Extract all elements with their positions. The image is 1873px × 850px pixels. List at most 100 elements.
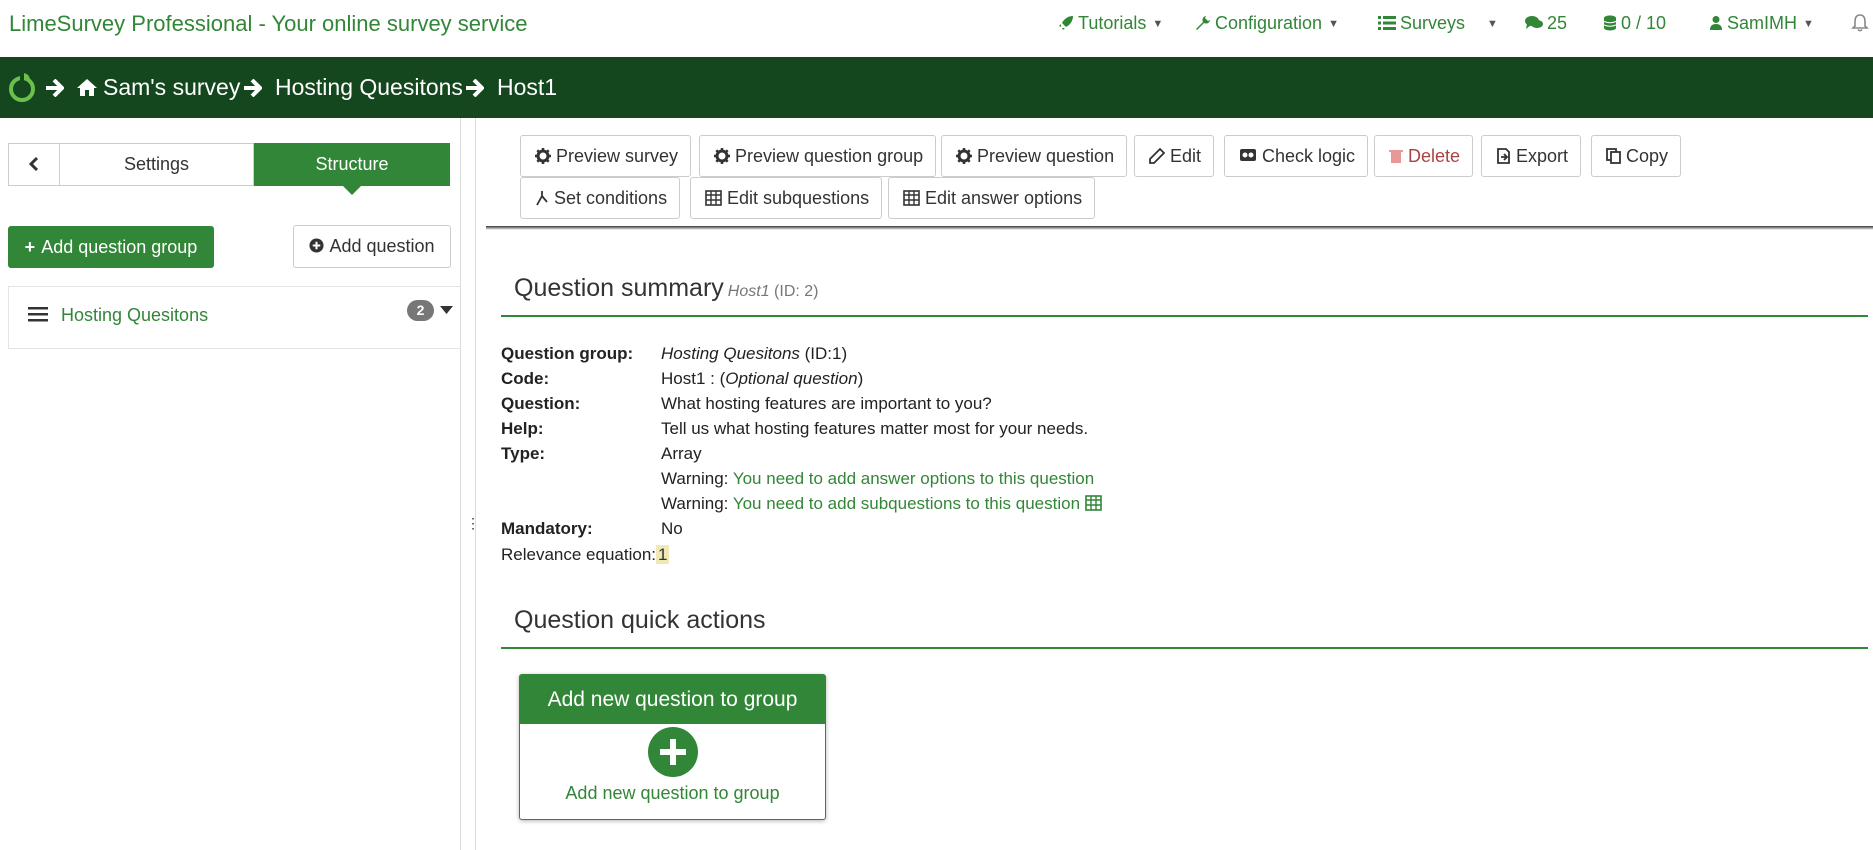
set-conditions-label: Set conditions <box>554 188 668 208</box>
relevance-label: Relevance equation: <box>501 545 657 564</box>
copy-button[interactable]: Copy <box>1591 135 1682 177</box>
add-question-button[interactable]: Add question <box>293 225 451 268</box>
user-icon <box>1710 16 1722 30</box>
grid-icon[interactable] <box>1084 495 1102 511</box>
home-icon <box>77 79 97 96</box>
add-question-label: Add question <box>329 236 435 256</box>
configuration-label: Configuration <box>1215 13 1323 33</box>
question-group-label[interactable]: Hosting Quesitons <box>61 305 208 326</box>
sidebar: Settings Structure + Add question group A… <box>0 118 461 850</box>
relevance-value: 1 <box>656 545 670 564</box>
drag-handle-icon[interactable] <box>28 305 48 323</box>
gear-icon <box>714 148 730 164</box>
warning-prefix: Warning: <box>661 469 729 488</box>
comments-link[interactable]: 25 <box>1525 13 1567 34</box>
edit-answer-options-label: Edit answer options <box>925 188 1083 208</box>
chevron-down-icon: ▼ <box>1152 18 1164 30</box>
question-summary-heading: Question summary Host1 (ID: 2) <box>514 274 819 303</box>
warning-subquestions: Warning: You need to add subquestions to… <box>661 491 1102 516</box>
top-navbar: LimeSurvey Professional - Your online su… <box>0 0 1873 57</box>
limesurvey-logo-icon[interactable] <box>6 71 38 103</box>
tab-structure[interactable]: Structure <box>254 143 450 195</box>
delete-button[interactable]: Delete <box>1374 135 1474 177</box>
active-tab-notch <box>342 185 362 195</box>
warning-answers: Warning: You need to add answer options … <box>661 466 1094 491</box>
preview-survey-label: Preview survey <box>556 146 679 166</box>
pencil-icon <box>1149 147 1166 164</box>
set-conditions-button[interactable]: Set conditions <box>520 177 681 219</box>
question-summary-list: Question group: Hosting Quesitons (ID:1)… <box>501 341 1801 571</box>
add-new-question-card-link[interactable]: Add new question to group <box>520 783 825 804</box>
question-label: Question: <box>501 394 581 413</box>
grid-icon <box>903 190 920 206</box>
storage-value: 0 / 10 <box>1621 13 1667 33</box>
check-logic-button[interactable]: Check logic <box>1224 135 1369 177</box>
optional-text: Optional question <box>725 369 858 388</box>
question-group-item[interactable]: Hosting Quesitons 2 <box>8 286 461 349</box>
edit-label: Edit <box>1170 146 1202 166</box>
help-text: Tell us what hosting features matter mos… <box>661 419 1089 438</box>
collapse-sidebar-button[interactable] <box>8 143 60 186</box>
warning-prefix: Warning: <box>661 494 729 513</box>
check-logic-label: Check logic <box>1262 146 1356 166</box>
breadcrumb-question: Host1 <box>497 74 558 100</box>
help-label: Help: <box>501 419 544 438</box>
brand-title[interactable]: LimeSurvey Professional - Your online su… <box>9 11 527 37</box>
copy-icon <box>1606 148 1621 164</box>
trash-icon <box>1389 150 1403 163</box>
add-new-question-card-header[interactable]: Add new question to group <box>520 675 825 724</box>
code-value: Host1 : (Optional question) <box>661 366 863 391</box>
configuration-menu[interactable]: Configuration ▼ <box>1195 13 1339 34</box>
chevron-down-icon: ▼ <box>1328 18 1339 30</box>
preview-question-label: Preview question <box>977 146 1115 166</box>
comments-count: 25 <box>1547 13 1568 33</box>
chevron-down-icon: ▼ <box>1803 18 1814 30</box>
edit-subquestions-button[interactable]: Edit subquestions <box>690 177 883 219</box>
arrow-right-icon <box>46 79 64 97</box>
add-question-group-button[interactable]: + Add question group <box>8 226 214 268</box>
type-label: Type: <box>501 444 546 463</box>
preview-question-group-button[interactable]: Preview question group <box>699 135 937 177</box>
question-group-id: (ID:1) <box>804 344 848 363</box>
export-button[interactable]: Export <box>1481 135 1582 177</box>
tab-settings[interactable]: Settings <box>59 143 254 186</box>
bell-icon <box>1851 14 1869 32</box>
surveys-menu[interactable]: Surveys ▼ <box>1378 13 1498 34</box>
chevron-down-icon[interactable]: ▼ <box>1487 18 1498 30</box>
user-menu[interactable]: SamIMH ▼ <box>1709 13 1814 34</box>
sidebar-divider <box>475 118 476 850</box>
copy-label: Copy <box>1626 146 1669 166</box>
export-icon <box>1497 148 1510 164</box>
mandatory-label: Mandatory: <box>501 519 593 538</box>
notifications-button[interactable] <box>1851 14 1873 35</box>
quick-actions-heading: Question quick actions <box>514 606 766 634</box>
storage-link[interactable]: 0 / 10 <box>1603 13 1666 34</box>
tab-structure-label: Structure <box>315 154 389 174</box>
edit-button[interactable]: Edit <box>1134 135 1215 177</box>
resize-handle-icon[interactable]: ⋮ <box>466 515 480 532</box>
caret-down-icon[interactable] <box>440 306 453 315</box>
code-label: Code: <box>501 369 550 388</box>
question-group-label: Question group: <box>501 344 634 363</box>
add-new-question-card[interactable]: Add new question to group Add new questi… <box>519 674 826 820</box>
plus-circle-icon[interactable] <box>648 727 698 777</box>
breadcrumb-group[interactable]: Hosting Quesitons <box>275 74 463 101</box>
edit-answer-options-button[interactable]: Edit answer options <box>888 177 1096 219</box>
database-icon <box>1603 15 1617 31</box>
quick-actions-divider <box>501 647 1868 649</box>
arrow-right-icon <box>466 79 484 97</box>
wrench-icon <box>1196 16 1210 30</box>
gear-icon <box>956 148 972 164</box>
surveys-label: Surveys <box>1400 13 1466 33</box>
summary-divider <box>501 315 1868 317</box>
add-subquestions-link[interactable]: You need to add subquestions to this que… <box>733 494 1080 513</box>
preview-survey-button[interactable]: Preview survey <box>520 135 692 177</box>
add-answer-options-link[interactable]: You need to add answer options to this q… <box>733 469 1094 488</box>
chevron-left-icon <box>28 156 39 172</box>
preview-question-button[interactable]: Preview question <box>941 135 1128 177</box>
list-icon <box>1378 16 1396 30</box>
conditions-icon <box>536 191 548 206</box>
tutorials-menu[interactable]: Tutorials ▼ <box>1058 13 1163 34</box>
breadcrumb-survey[interactable]: Sam's survey <box>103 74 240 101</box>
plus-circle-icon <box>309 238 324 253</box>
